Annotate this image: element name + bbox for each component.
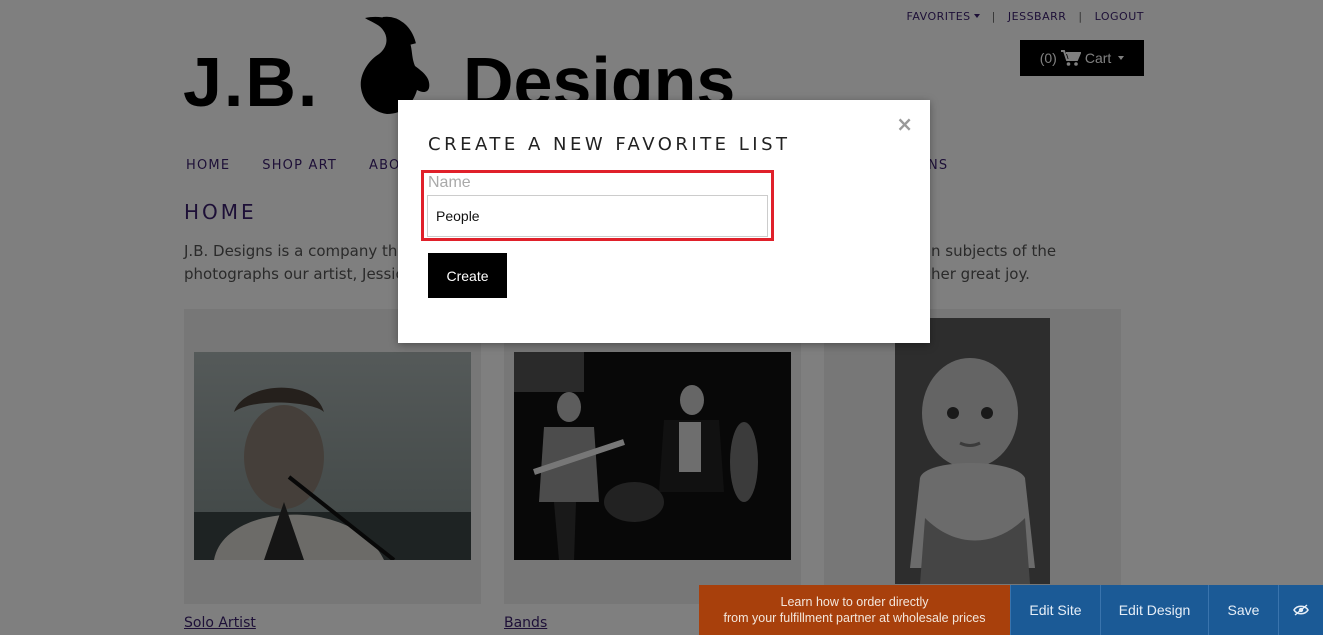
eye-icon: [1293, 604, 1309, 616]
close-icon[interactable]: ×: [896, 113, 913, 135]
promo-line-1: Learn how to order directly: [780, 595, 929, 609]
preview-button[interactable]: [1278, 585, 1323, 635]
create-favorite-list-dialog: × CREATE A NEW FAVORITE LIST Name Create: [398, 100, 930, 343]
save-button[interactable]: Save: [1208, 585, 1278, 635]
wholesale-promo-banner[interactable]: Learn how to order directly from your fu…: [699, 585, 1010, 635]
list-name-input[interactable]: [427, 195, 768, 237]
edit-site-button[interactable]: Edit Site: [1010, 585, 1100, 635]
create-button[interactable]: Create: [428, 253, 507, 298]
promo-line-2: from your fulfillment partner at wholesa…: [723, 611, 986, 625]
dialog-title: CREATE A NEW FAVORITE LIST: [428, 134, 791, 155]
edit-design-button[interactable]: Edit Design: [1100, 585, 1208, 635]
name-field-label: Name: [428, 174, 471, 191]
